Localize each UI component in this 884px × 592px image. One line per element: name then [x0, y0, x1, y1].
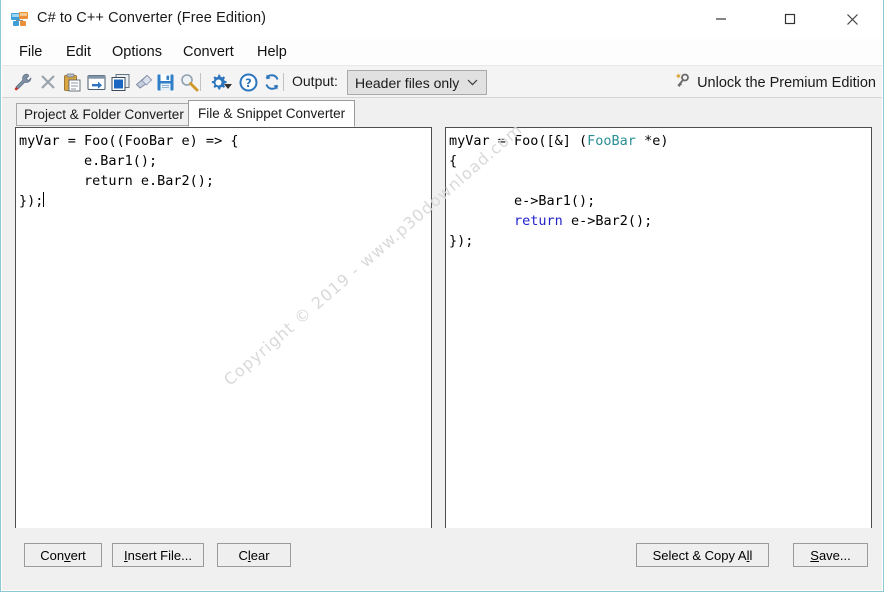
menu-options[interactable]: Options [105, 43, 169, 61]
toolbar-separator-1 [200, 73, 201, 91]
cpp-keyword-token: return [514, 213, 563, 229]
toolbar-separator-2 [283, 73, 284, 91]
clear-button[interactable]: Cl ear [217, 543, 291, 567]
search-button[interactable] [176, 69, 202, 95]
tab-strip: Project & Folder Converter File & Snippe… [2, 98, 882, 127]
save-button[interactable]: Save... [793, 543, 868, 567]
output-format-value: Header files only [355, 74, 460, 91]
cpp-line-1: myVar = Foo([&] (FooBar *e) [449, 133, 669, 149]
refresh-icon [265, 74, 279, 90]
maximize-icon [784, 13, 796, 25]
search-icon [180, 73, 198, 91]
output-format-select[interactable]: Header files only [347, 70, 487, 95]
save-button-toolbar[interactable] [152, 69, 178, 95]
converter-app-icon [11, 12, 29, 27]
clear-eraser-icon [135, 74, 152, 89]
minimize-button[interactable] [698, 0, 744, 38]
select-all-button[interactable] [107, 69, 133, 95]
maximize-button[interactable] [767, 0, 813, 38]
help-button[interactable]: ? [235, 69, 261, 95]
insert-file-button[interactable] [83, 69, 109, 95]
toolbar: ? Output: Header files only Unlock the P… [2, 66, 882, 98]
minimize-icon [716, 18, 726, 20]
insert-file-icon [87, 74, 105, 90]
tab-project-folder-converter[interactable]: Project & Folder Converter [16, 103, 192, 126]
chevron-down-icon [467, 79, 486, 86]
panel-splitter[interactable] [434, 127, 442, 530]
title-bar: C# to C++ Converter (Free Edition) [1, 0, 883, 39]
converter-content-area: myVar = Foo((FooBar e) => { e.Bar1(); re… [2, 120, 882, 590]
tab-file-snippet-converter[interactable]: File & Snippet Converter [188, 100, 356, 127]
menu-edit[interactable]: Edit [59, 43, 98, 61]
close-icon [846, 13, 858, 25]
close-button[interactable] [829, 0, 875, 38]
refresh-button[interactable] [259, 69, 285, 95]
paste-button[interactable] [59, 69, 85, 95]
cpp-output-text: myVar = Foo([&] (FooBar *e) { e->Bar1();… [449, 131, 668, 251]
window-title: C# to C++ Converter (Free Edition) [37, 10, 267, 26]
cpp-line-4: return e->Bar2(); [514, 213, 653, 229]
menu-help[interactable]: Help [250, 43, 294, 61]
select-all-icon [111, 73, 129, 91]
cpp-line-2: { [449, 153, 458, 169]
chevron-down-icon[interactable] [224, 77, 232, 95]
paste-icon [63, 73, 80, 91]
menu-file[interactable]: File [12, 43, 49, 61]
wrench-icon [14, 73, 32, 91]
save-icon [157, 74, 173, 90]
menu-bar: File Edit Options Convert Help [2, 39, 882, 66]
unlock-premium-text: Unlock the Premium Edition [697, 75, 876, 91]
cpp-line-5: }); [449, 233, 474, 249]
action-button-bar: Con v ert Insert File... Cl ear Select & Co… [2, 528, 882, 590]
delete-button[interactable] [35, 69, 61, 95]
application-window: C# to C++ Converter (Free Edition) File … [0, 0, 884, 592]
menu-convert[interactable]: Convert [176, 43, 241, 61]
cpp-output-editor[interactable]: myVar = Foo([&] (FooBar *e) { e->Bar1();… [445, 127, 872, 530]
cpp-line-3: e->Bar1(); [449, 193, 596, 209]
key-star-icon [674, 72, 691, 94]
help-question-icon: ? [239, 73, 257, 91]
csharp-source-editor[interactable]: myVar = Foo((FooBar e) => { e.Bar1(); re… [15, 127, 432, 530]
text-caret [43, 192, 45, 207]
csharp-source-text: myVar = Foo((FooBar e) => { e.Bar1(); re… [19, 133, 239, 209]
svg-text:?: ? [245, 76, 252, 90]
select-and-copy-all-button[interactable]: Select & Copy All [636, 543, 769, 567]
output-label: Output: [292, 73, 338, 89]
unlock-premium-link[interactable]: Unlock the Premium Edition [674, 72, 876, 94]
insert-file-button[interactable]: Insert File... [112, 543, 204, 567]
cpp-type-token: FooBar [587, 133, 636, 149]
wrench-button[interactable] [10, 69, 36, 95]
convert-button[interactable]: Con v ert [24, 543, 102, 567]
delete-x-icon [41, 75, 55, 89]
